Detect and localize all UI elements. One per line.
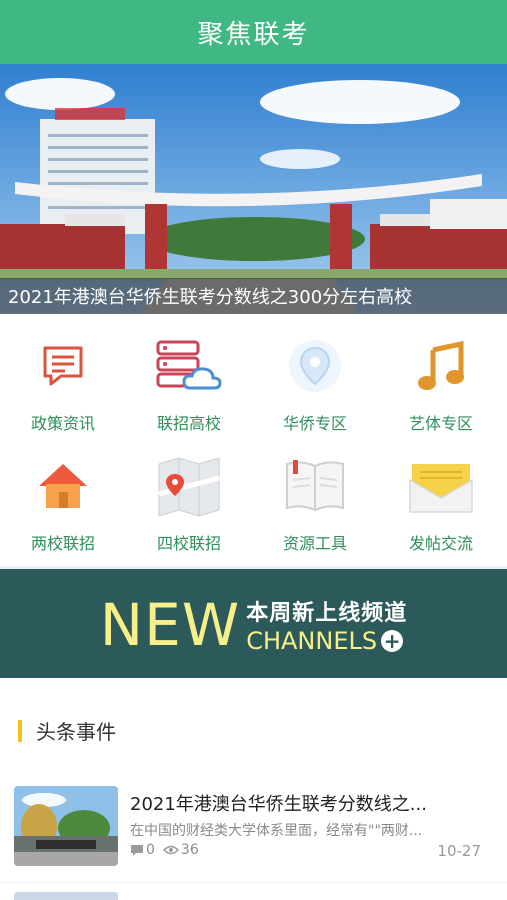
grid-item-label: 华侨专区 [282,414,347,433]
grid-item-label: 两校联招 [30,534,95,553]
grid-item-label: 艺体专区 [408,414,473,433]
grid-item-label: 资源工具 [282,534,347,553]
new-channels-big-text: NEW [99,591,241,659]
server-cloud-icon [153,330,225,402]
grid-item-resources[interactable]: 资源工具 [252,450,378,560]
section-title: 头条事件 [36,720,116,744]
new-channels-banner[interactable]: NEW 本周新上线频道 CHANNELS + [0,566,507,678]
comment-count: 0 [130,842,155,858]
grid-item-art-sports[interactable]: 艺体专区 [378,330,504,440]
headline-section-header: 头条事件 [18,716,116,745]
new-channels-en-text: CHANNELS [246,627,378,655]
news-title[interactable]: 2021年港澳台华侨生联考分数线之... [130,790,490,816]
location-pin-icon [279,330,351,402]
news-date: 10-27 [437,842,481,860]
grid-item-label: 四校联招 [156,534,221,553]
envelope-icon [405,450,477,522]
grid-item-joint-colleges[interactable]: 联招高校 [126,330,252,440]
list-divider [0,882,507,883]
grid-item-label: 发帖交流 [408,534,473,553]
grid-item-label: 联招高校 [156,414,221,433]
news-summary: 在中国的财经类大学体系里面，经常有""两财... [130,823,423,839]
map-icon [153,450,225,522]
view-count: 36 [162,842,199,858]
banner-caption: 2021年港澳台华侨生联考分数线之300分左右高校 [0,278,507,314]
music-note-icon [405,330,477,402]
banner-carousel[interactable]: 2021年港澳台华侨生联考分数线之300分左右高校 [0,64,507,314]
grid-item-policy-news[interactable]: 政策资讯 [0,330,126,440]
grid-item-two-school[interactable]: 两校联招 [0,450,126,560]
page-title: 聚焦联考 [197,19,310,50]
news-thumbnail [14,786,118,866]
grid-item-overseas-chinese[interactable]: 华侨专区 [252,330,378,440]
news-list-item[interactable]: 2021年港澳台华侨生联考分数线之... 在中国的财经类大学体系里面，经常有""… [0,782,507,882]
new-channels-cn-text: 本周新上线频道 [246,601,408,626]
banner-image [0,64,507,314]
next-news-thumbnail [14,892,118,900]
news-meta: 0 36 [130,842,199,858]
chat-bubble-icon [27,330,99,402]
category-grid: 政策资讯 联招高校 华侨专区 艺体专区 两校联招 四校联招 资源工具 发帖交流 [0,330,507,562]
comment-count-value: 0 [146,842,155,858]
app-header: 聚焦联考 [0,0,507,64]
view-count-value: 36 [180,842,199,858]
eye-icon [162,845,179,855]
grid-item-forum[interactable]: 发帖交流 [378,450,504,560]
plus-icon[interactable]: + [381,630,404,652]
grid-item-label: 政策资讯 [30,414,95,433]
house-icon [27,450,99,522]
book-icon [279,450,351,522]
comment-icon [131,844,143,856]
grid-item-four-school[interactable]: 四校联招 [126,450,252,560]
section-accent-bar [18,719,22,742]
